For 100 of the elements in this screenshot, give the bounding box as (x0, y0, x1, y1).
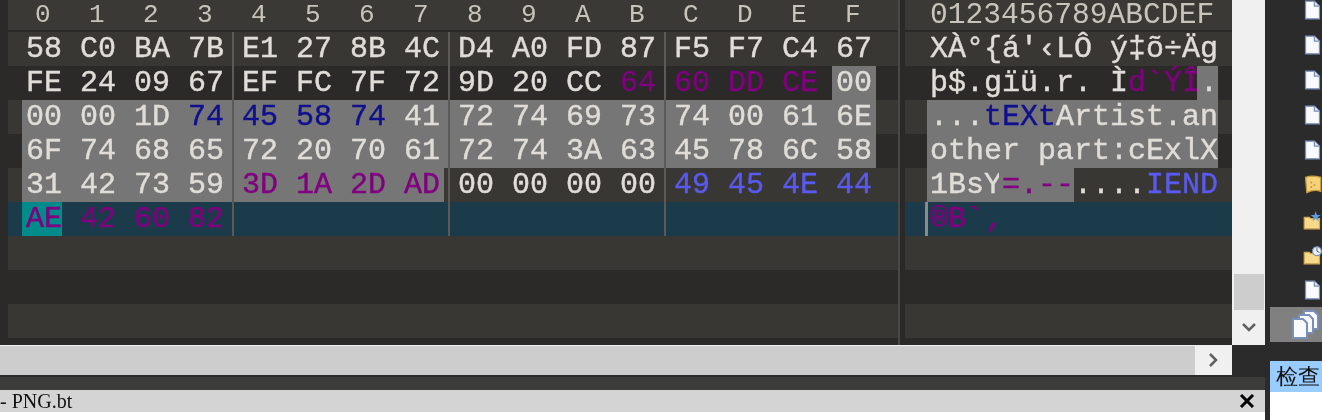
hex-byte[interactable]: 00 (616, 168, 670, 202)
hex-byte[interactable]: 09 (130, 66, 184, 100)
hex-byte[interactable]: 00 (454, 168, 508, 202)
column-label: C (682, 0, 700, 30)
hex-byte[interactable]: 2D (346, 168, 400, 202)
hex-byte[interactable]: 8B (346, 32, 400, 66)
column-label: D (736, 0, 754, 30)
hex-byte[interactable]: 31 (22, 168, 76, 202)
hex-byte[interactable]: FD (562, 32, 616, 66)
hex-byte[interactable]: 45 (238, 100, 292, 134)
hex-byte[interactable]: D4 (454, 32, 508, 66)
hex-byte[interactable]: 9D (454, 66, 508, 100)
hex-byte[interactable]: 3D (238, 168, 292, 202)
hex-byte[interactable]: 72 (400, 66, 454, 100)
hex-byte[interactable]: 00 (832, 66, 876, 100)
hex-byte[interactable]: 72 (238, 134, 292, 168)
column-label: 4 (250, 0, 268, 30)
hex-byte[interactable]: 49 (670, 168, 724, 202)
hex-byte[interactable]: 6F (22, 134, 76, 168)
ascii-text: þ$.gïü.r. Ì (930, 66, 1129, 100)
hex-byte[interactable]: EF (238, 66, 292, 100)
hex-byte[interactable]: F5 (670, 32, 724, 66)
column-label: B (628, 0, 646, 30)
hex-byte[interactable]: 27 (292, 32, 346, 66)
hex-byte[interactable]: 74 (508, 134, 562, 168)
hex-byte[interactable]: 41 (400, 100, 454, 134)
sidebar-tab[interactable]: 检查 (1270, 361, 1322, 392)
hex-byte[interactable]: CC (562, 66, 616, 100)
ascii-text: XÀ°{á'‹LÔ ý‡õ÷Äg (930, 32, 1219, 66)
column-label: 8 (466, 0, 484, 30)
panel-background (1270, 392, 1322, 420)
column-label: 9 (520, 0, 538, 30)
chevron-right-icon[interactable] (1209, 353, 1218, 367)
hex-byte[interactable]: BA (130, 32, 184, 66)
hex-byte[interactable]: 20 (508, 66, 562, 100)
scrollbar-thumb[interactable] (1233, 274, 1264, 310)
column-label: 2 (142, 0, 160, 30)
hex-byte[interactable]: 1A (292, 168, 346, 202)
hex-byte[interactable]: C4 (778, 32, 832, 66)
hex-byte[interactable]: 4E (778, 168, 832, 202)
hex-byte[interactable]: 42 (76, 168, 130, 202)
hex-byte[interactable]: 74 (76, 134, 130, 168)
hex-byte[interactable]: 6C (778, 134, 832, 168)
hex-byte[interactable]: 00 (76, 100, 130, 134)
chevron-down-icon[interactable] (1241, 323, 1256, 332)
hex-byte[interactable]: 24 (76, 66, 130, 100)
hex-byte[interactable]: C0 (76, 32, 130, 66)
hex-byte[interactable]: 59 (184, 168, 238, 202)
hex-byte[interactable]: E1 (238, 32, 292, 66)
hex-byte[interactable]: 45 (724, 168, 778, 202)
hex-byte[interactable]: 6E (832, 100, 876, 134)
hex-byte[interactable]: 63 (616, 134, 670, 168)
hex-byte[interactable]: 61 (778, 100, 832, 134)
hex-byte[interactable]: 58 (22, 32, 76, 66)
hex-byte[interactable]: 73 (616, 100, 670, 134)
hex-byte[interactable]: 74 (670, 100, 724, 134)
hex-byte[interactable]: 00 (562, 168, 616, 202)
hex-byte[interactable]: 74 (346, 100, 400, 134)
ascii-text: other part:cExlX (927, 134, 1219, 168)
hex-byte[interactable]: 00 (724, 100, 778, 134)
hex-byte[interactable]: 7F (346, 66, 400, 100)
hex-byte[interactable]: 67 (184, 66, 238, 100)
ascii-text: ... (927, 100, 984, 134)
close-icon[interactable] (1239, 394, 1255, 408)
hex-byte[interactable]: 58 (292, 100, 346, 134)
hex-byte[interactable]: 67 (832, 32, 886, 66)
hex-byte[interactable]: 58 (832, 134, 876, 168)
hex-byte[interactable]: 44 (832, 168, 886, 202)
hex-byte[interactable]: 72 (454, 134, 508, 168)
hex-byte[interactable]: 1D (130, 100, 184, 134)
hex-byte[interactable]: 78 (724, 134, 778, 168)
column-label: 7 (412, 0, 430, 30)
hex-byte[interactable]: 87 (616, 32, 670, 66)
hex-byte[interactable]: 65 (184, 134, 238, 168)
hex-byte[interactable]: 68 (130, 134, 184, 168)
ascii-text: . (1197, 66, 1219, 100)
hex-byte[interactable]: 70 (346, 134, 400, 168)
hex-byte[interactable]: 74 (184, 100, 238, 134)
hex-byte[interactable]: 74 (508, 100, 562, 134)
hex-byte[interactable]: 45 (670, 134, 724, 168)
copy-icon[interactable] (1290, 308, 1320, 341)
ascii-text: IEND (1146, 168, 1219, 202)
hex-byte[interactable]: F7 (724, 32, 778, 66)
hex-byte[interactable]: 20 (292, 134, 346, 168)
hex-byte[interactable]: AD (400, 168, 444, 202)
hex-byte[interactable]: 00 (22, 100, 76, 134)
hex-byte[interactable]: FC (292, 66, 346, 100)
column-label: 3 (196, 0, 214, 30)
hex-byte[interactable]: 61 (400, 134, 454, 168)
column-label: 0123456789ABCDEF (930, 0, 1215, 32)
hex-byte[interactable]: 69 (562, 100, 616, 134)
hex-byte[interactable]: A0 (508, 32, 562, 66)
hex-byte[interactable]: FE (22, 66, 76, 100)
ascii-text: Artist.an (1053, 100, 1219, 134)
hex-byte[interactable]: 73 (130, 168, 184, 202)
hex-byte[interactable]: 7B (184, 32, 238, 66)
hex-byte[interactable]: 00 (508, 168, 562, 202)
hex-byte[interactable]: 72 (454, 100, 508, 134)
hex-byte[interactable]: 4C (400, 32, 454, 66)
hex-byte[interactable]: 3A (562, 134, 616, 168)
